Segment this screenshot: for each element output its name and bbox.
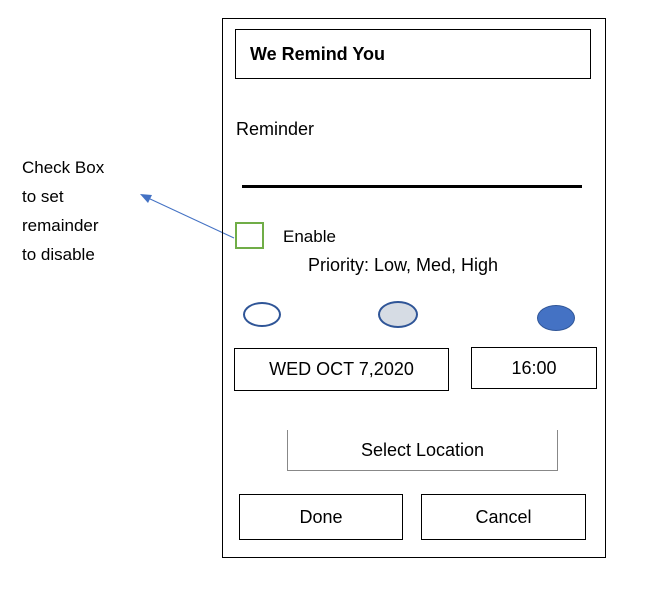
reminder-input[interactable]	[242, 155, 582, 188]
reminder-label: Reminder	[236, 119, 315, 139]
priority-med-radio[interactable]	[378, 301, 418, 328]
priority-label: Priority: Low, Med, High	[308, 255, 499, 275]
time-field[interactable]: 16:00	[471, 347, 597, 389]
cancel-button[interactable]: Cancel	[421, 494, 586, 540]
priority-high-radio[interactable]	[537, 305, 575, 331]
done-button[interactable]: Done	[239, 494, 403, 540]
select-location-button[interactable]: Select Location	[287, 430, 558, 471]
app-title: We Remind You	[235, 29, 591, 79]
date-field[interactable]: WED OCT 7,2020	[234, 348, 449, 391]
enable-checkbox[interactable]	[235, 222, 264, 249]
priority-low-radio[interactable]	[243, 302, 281, 327]
enable-label: Enable	[283, 227, 336, 246]
app-frame	[222, 18, 606, 558]
